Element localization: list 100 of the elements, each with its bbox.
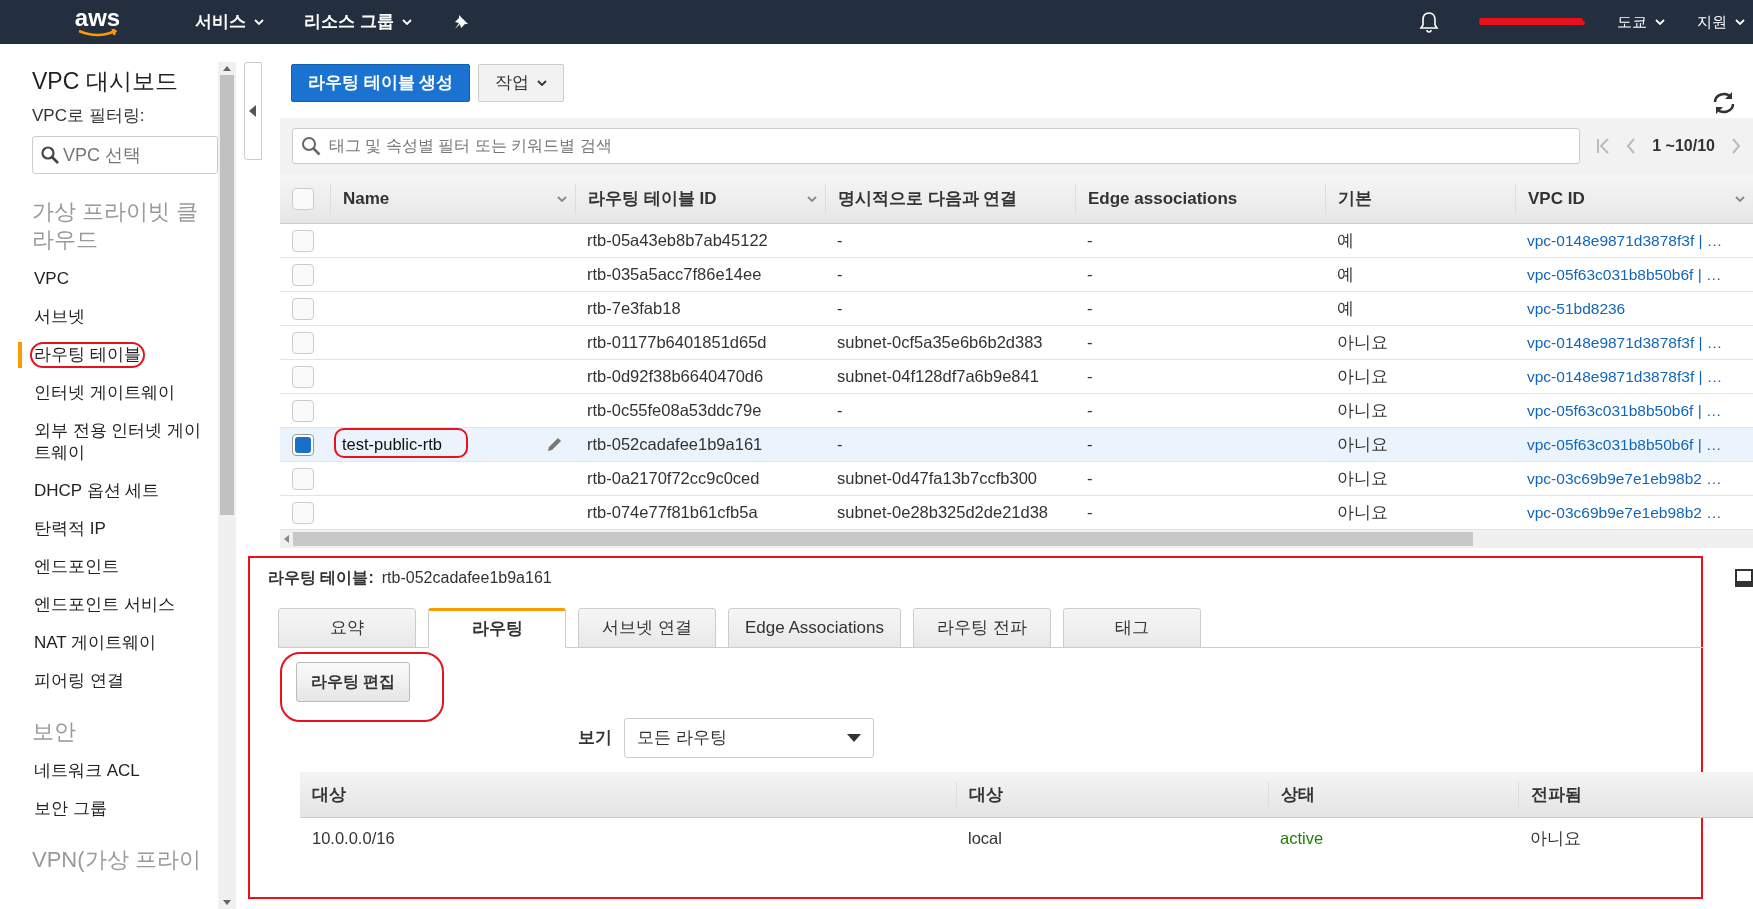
search-icon xyxy=(41,146,59,164)
vpc-link[interactable]: vpc-03c69b9e7e1eb98b2 … xyxy=(1515,466,1753,491)
sidebar-item[interactable]: 서브넷 xyxy=(18,304,218,330)
triangle-left-icon xyxy=(249,105,257,117)
table-cell-text: rtb-0c55fe08a53ddc79e xyxy=(586,400,763,422)
search-field[interactable]: 태그 및 속성별 필터 또는 키워드별 검색 xyxy=(292,128,1581,164)
table-cell-text: - xyxy=(836,230,844,252)
row-checkbox[interactable] xyxy=(292,187,314,210)
row-checkbox[interactable] xyxy=(292,501,314,524)
table-cell-text: 아니요 xyxy=(1529,827,1582,849)
logo[interactable]: aws xyxy=(74,7,121,29)
table-cell-text: 아니요 xyxy=(1336,502,1389,524)
row-checkbox[interactable] xyxy=(292,433,314,456)
row-checkbox[interactable] xyxy=(292,331,314,354)
vpc-link[interactable]: vpc-05f63c031b8b50b6f | … xyxy=(1515,432,1753,457)
table-cell-text: - xyxy=(836,400,844,422)
tab[interactable]: 요약 xyxy=(278,608,416,648)
caret-icon xyxy=(807,195,817,202)
bell-icon[interactable] xyxy=(1419,11,1439,33)
vpc-link[interactable]: vpc-03c69b9e7e1eb98b2 … xyxy=(1515,500,1753,525)
caret-icon xyxy=(537,80,548,86)
collapse-button[interactable] xyxy=(244,62,262,160)
table-cell-text: - xyxy=(1086,434,1094,456)
refresh-icon[interactable] xyxy=(1711,92,1737,114)
tab[interactable]: 서브넷 연결 xyxy=(578,608,716,648)
tab[interactable]: 태그 xyxy=(1062,608,1201,648)
row-checkbox[interactable] xyxy=(292,229,314,252)
scrollbar-thumb[interactable] xyxy=(293,532,1473,546)
scrollbar-thumb[interactable] xyxy=(220,75,234,515)
region-menu[interactable]: 도쿄 xyxy=(1617,10,1665,34)
table-cell-text: 10.0.0.0/16 xyxy=(311,827,396,849)
table-cell-text: subnet-04f128df7a6b9e841 xyxy=(836,366,1040,388)
smile-icon xyxy=(76,29,119,37)
sidebar-item[interactable]: 엔드포인트 xyxy=(18,554,218,580)
sidebar-title[interactable]: VPC 대시보드 xyxy=(32,64,218,99)
column-header[interactable]: Edge associations xyxy=(1088,185,1238,212)
table-row[interactable]: test-public-rtb rtb-052cadafee1b9a161 - - 아니요 vpc-05f63c031b8b50b6f | … xyxy=(280,428,1753,462)
table-cell-text: rtb-7e3fab18 xyxy=(586,298,682,320)
first-page-icon[interactable] xyxy=(1596,138,1611,154)
sidebar-item[interactable]: 엔드포인트 서비스 xyxy=(18,592,218,618)
column-header[interactable]: 라우팅 테이블 ID xyxy=(588,185,717,212)
tab[interactable]: 라우팅 xyxy=(428,608,566,648)
previous-page-icon[interactable] xyxy=(1626,138,1637,154)
sidebar-item[interactable]: 탄력적 IP xyxy=(18,516,218,542)
table-cell-text: 아니요 xyxy=(1336,468,1389,490)
support-menu[interactable]: 지원 xyxy=(1697,10,1745,34)
tab[interactable]: 라우팅 전파 xyxy=(912,608,1051,648)
column-header[interactable]: VPC ID xyxy=(1528,185,1585,212)
table-cell-text: - xyxy=(1086,230,1094,252)
detail-title-label: 라우팅 테이블: xyxy=(268,568,374,588)
column-header[interactable]: 명시적으로 다음과 연결 xyxy=(838,185,1018,212)
table-cell-text: rtb-035a5acc7f86e14ee xyxy=(586,264,763,286)
table-cell-text: - xyxy=(836,264,844,286)
view-select[interactable]: 모든 라우팅 xyxy=(624,718,874,758)
table-cell-text: subnet-0cf5a35e6b6b2d383 xyxy=(836,332,1044,354)
table-cell-text: rtb-01177b6401851d65d xyxy=(586,332,768,354)
sidebar-item[interactable]: 인터넷 게이트웨이 xyxy=(18,380,218,406)
caret-icon xyxy=(254,19,264,25)
table-cell-text: 아니요 xyxy=(1336,400,1389,422)
sidebar-item[interactable]: 보안 그룹 xyxy=(18,796,218,822)
tab[interactable]: Edge Associations xyxy=(728,608,901,648)
column-header[interactable]: 기본 xyxy=(1338,185,1372,212)
table-cell-text: rtb-0d92f38b6640470d6 xyxy=(586,366,765,388)
vpc-link[interactable]: vpc-0148e9871d3878f3f | … xyxy=(1515,330,1753,355)
sidebar-item[interactable]: 외부 전용 인터넷 게이트웨이 xyxy=(18,418,218,466)
scroll-left-icon[interactable] xyxy=(284,535,289,543)
section-heading: 가상 프라이빗 클라우드 xyxy=(32,198,200,254)
nav-menu[interactable]: 서비스 xyxy=(195,9,264,35)
sidebar-item[interactable]: VPC xyxy=(18,266,218,292)
table-cell-text: - xyxy=(1086,502,1094,524)
row-checkbox[interactable] xyxy=(292,399,314,422)
sidebar-item[interactable]: DHCP 옵션 세트 xyxy=(18,478,218,504)
row-checkbox[interactable] xyxy=(292,297,314,320)
row-checkbox[interactable] xyxy=(292,365,314,388)
vpc-link[interactable]: vpc-05f63c031b8b50b6f | … xyxy=(1515,262,1753,287)
column-header[interactable]: Name xyxy=(343,185,390,212)
column-header: 전파됨 xyxy=(1518,781,1753,808)
pagination-text: 1 ~10/10 xyxy=(1652,136,1715,156)
sidebar-item[interactable]: 피어링 연결 xyxy=(18,668,218,694)
pencil-icon[interactable] xyxy=(545,435,563,454)
panel-toggle-icon[interactable] xyxy=(1735,569,1753,587)
row-checkbox[interactable] xyxy=(292,263,314,286)
next-page-icon[interactable] xyxy=(1731,138,1741,154)
search-icon xyxy=(301,136,321,156)
sidebar-item[interactable]: 네트워크 ACL xyxy=(18,758,218,784)
create-route-table-button[interactable]: 라우팅 테이블 생성 xyxy=(291,64,471,102)
vpc-link[interactable]: vpc-0148e9871d3878f3f | … xyxy=(1515,228,1753,253)
vpc-link[interactable]: vpc-51bd8236 xyxy=(1515,296,1753,321)
row-checkbox[interactable] xyxy=(292,467,314,490)
vpc-link[interactable]: vpc-05f63c031b8b50b6f | … xyxy=(1515,398,1753,423)
vpc-link[interactable]: vpc-0148e9871d3878f3f | … xyxy=(1515,364,1753,389)
vpc-filter-field[interactable]: VPC 선택 xyxy=(32,136,218,174)
edit-routes-button[interactable]: 라우팅 편집 xyxy=(296,662,411,702)
nav-menu[interactable]: 리소스 그룹 xyxy=(304,9,412,35)
actions-button[interactable]: 작업 xyxy=(478,64,565,102)
scroll-down-icon[interactable] xyxy=(223,900,231,905)
sidebar-item[interactable]: NAT 게이트웨이 xyxy=(18,630,218,656)
section-heading: 보안 xyxy=(32,718,77,746)
detail-title-value: rtb-052cadafee1b9a161 xyxy=(381,568,552,588)
scroll-up-icon[interactable] xyxy=(223,66,231,71)
